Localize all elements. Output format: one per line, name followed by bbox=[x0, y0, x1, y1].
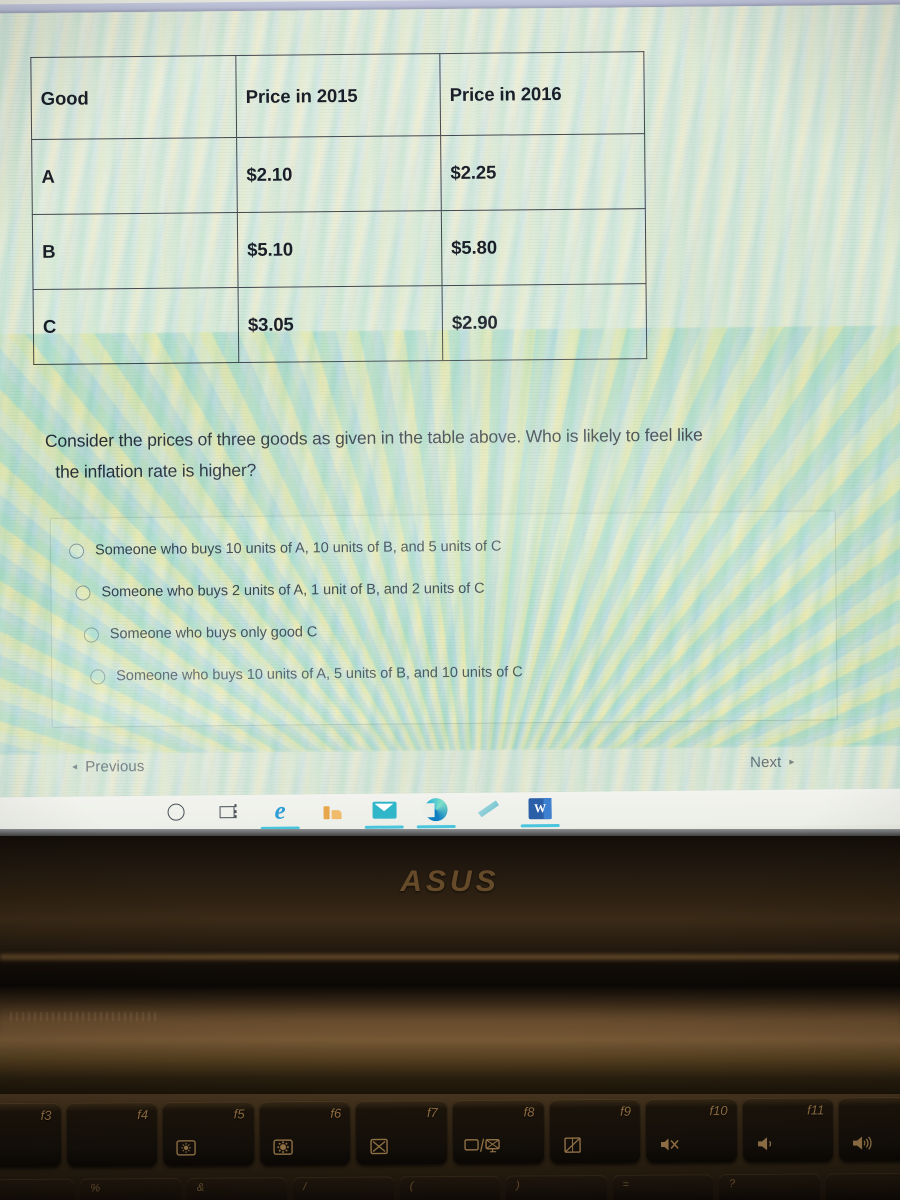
windows-taskbar: e W bbox=[0, 788, 900, 834]
number-key[interactable]: ) bbox=[506, 1174, 607, 1200]
previous-button-label: Previous bbox=[85, 757, 145, 776]
question-text: Consider the prices of three goods as gi… bbox=[45, 418, 836, 488]
cell-price-2016: $2.25 bbox=[440, 133, 646, 211]
mute-icon bbox=[657, 1134, 681, 1154]
cell-price-2015: $3.05 bbox=[238, 285, 443, 363]
key-f8[interactable]: f8 bbox=[452, 1099, 544, 1164]
display-off-icon bbox=[367, 1136, 391, 1156]
radio-button-icon[interactable] bbox=[83, 626, 99, 643]
key-f8-label: f8 bbox=[523, 1104, 535, 1120]
cell-good: B bbox=[32, 212, 239, 290]
key-f5-label: f5 bbox=[233, 1106, 245, 1122]
number-key[interactable]: % bbox=[80, 1177, 181, 1200]
key-f10-label: f10 bbox=[709, 1103, 728, 1119]
volume-down-icon bbox=[754, 1134, 778, 1154]
number-key-label: = bbox=[622, 1178, 630, 1191]
answer-options-card: Someone who buys 10 units of A, 10 units… bbox=[49, 510, 838, 728]
laptop-photo: Good Price in 2015 Price in 2016 A $2.10… bbox=[0, 0, 900, 1200]
header-good: Good bbox=[30, 55, 237, 140]
number-key-label: ? bbox=[728, 1178, 736, 1191]
key-f6-label: f6 bbox=[330, 1105, 342, 1121]
key-f3-label: f3 bbox=[40, 1107, 52, 1123]
answer-option-1-label: Someone who buys 10 units of A, 10 units… bbox=[94, 538, 502, 559]
volume-up-icon bbox=[850, 1133, 874, 1153]
key-f3[interactable]: f3 bbox=[0, 1102, 61, 1168]
speaker-grille bbox=[10, 1012, 160, 1021]
cell-price-2015: $2.10 bbox=[236, 135, 442, 213]
key-f4[interactable]: f4 bbox=[66, 1102, 158, 1167]
header-price-2016: Price in 2016 bbox=[439, 51, 645, 136]
microsoft-store-icon[interactable] bbox=[318, 797, 345, 824]
number-key-label: & bbox=[196, 1181, 205, 1194]
key-f11[interactable]: f11 bbox=[742, 1097, 834, 1162]
brightness-up-icon bbox=[271, 1137, 295, 1157]
number-key-label: ) bbox=[516, 1179, 520, 1192]
key-f7-label: f7 bbox=[426, 1105, 438, 1121]
laptop-screen: Good Price in 2015 Price in 2016 A $2.10… bbox=[0, 0, 900, 836]
answer-option-3[interactable]: Someone who buys only good C bbox=[83, 624, 318, 643]
hinge-highlight bbox=[0, 952, 900, 962]
task-view-icon[interactable] bbox=[214, 798, 241, 825]
answer-option-2-label: Someone who buys 2 units of A, 1 unit of… bbox=[101, 580, 485, 601]
cell-price-2016: $2.90 bbox=[442, 283, 647, 361]
radio-button-icon[interactable] bbox=[90, 668, 106, 684]
answer-option-4-label: Someone who buys 10 units of A, 5 units … bbox=[116, 664, 523, 685]
number-key[interactable]: ? bbox=[718, 1173, 820, 1200]
key-f7[interactable]: f7 bbox=[356, 1100, 448, 1165]
cell-price-2016: $5.80 bbox=[441, 208, 647, 286]
radio-button-icon[interactable] bbox=[75, 584, 91, 601]
previous-button[interactable]: ◂ Previous bbox=[72, 758, 144, 776]
function-key-row: f3 f4 f5 f6 f7 f8 f9 f10 f11 bbox=[0, 1096, 900, 1176]
key-f12[interactable]: f12 bbox=[839, 1096, 900, 1162]
mail-icon[interactable] bbox=[364, 796, 404, 829]
next-button-label: Next bbox=[750, 753, 782, 772]
number-key-label: % bbox=[90, 1182, 101, 1195]
cortana-circle-icon[interactable] bbox=[162, 798, 189, 825]
word-icon[interactable]: W bbox=[520, 795, 560, 827]
table-row: A $2.10 $2.25 bbox=[31, 133, 646, 215]
number-key[interactable]: ( bbox=[399, 1175, 501, 1200]
cell-good: C bbox=[33, 287, 239, 365]
key-f11-label: f11 bbox=[807, 1102, 825, 1118]
radio-button-icon[interactable] bbox=[68, 543, 85, 559]
header-price-2015: Price in 2015 bbox=[235, 53, 441, 138]
number-key[interactable]: / bbox=[293, 1176, 394, 1200]
answer-option-3-label: Someone who buys only good C bbox=[109, 624, 318, 643]
snip-tool-icon[interactable] bbox=[474, 795, 501, 822]
brightness-down-icon bbox=[174, 1138, 198, 1158]
answer-option-2[interactable]: Someone who buys 2 units of A, 1 unit of… bbox=[75, 580, 485, 601]
touchpad-toggle-icon bbox=[561, 1135, 585, 1155]
table-row: C $3.05 $2.90 bbox=[33, 283, 647, 365]
key-f9[interactable]: f9 bbox=[549, 1098, 641, 1164]
display-switch-icon bbox=[464, 1136, 502, 1156]
number-key-label: ( bbox=[409, 1180, 414, 1193]
chevron-left-icon: ◂ bbox=[72, 761, 78, 773]
number-key[interactable] bbox=[825, 1172, 900, 1200]
cell-good: A bbox=[31, 137, 238, 215]
deck-highlight bbox=[0, 1004, 900, 1048]
word-icon-letter: W bbox=[533, 801, 547, 816]
edge-chromium-icon[interactable] bbox=[416, 796, 456, 828]
key-f10[interactable]: f10 bbox=[645, 1097, 737, 1163]
asus-brand-logo: ASUS bbox=[400, 865, 500, 898]
key-f4-label: f4 bbox=[137, 1107, 149, 1123]
answer-option-4[interactable]: Someone who buys 10 units of A, 5 units … bbox=[90, 664, 523, 685]
question-line-1: Consider the prices of three goods as gi… bbox=[44, 424, 703, 451]
key-f5[interactable]: f5 bbox=[162, 1101, 254, 1167]
number-key[interactable] bbox=[0, 1178, 75, 1200]
number-key-label: / bbox=[303, 1181, 307, 1194]
number-key[interactable]: & bbox=[186, 1177, 288, 1200]
key-f9-label: f9 bbox=[620, 1103, 632, 1119]
chevron-right-icon: ▸ bbox=[789, 756, 795, 768]
edge-legacy-icon[interactable]: e bbox=[260, 797, 300, 830]
number-key[interactable]: = bbox=[612, 1174, 714, 1200]
cell-price-2015: $5.10 bbox=[237, 210, 443, 288]
table-row: B $5.10 $5.80 bbox=[32, 208, 647, 290]
key-f6[interactable]: f6 bbox=[259, 1100, 351, 1166]
answer-option-1[interactable]: Someone who buys 10 units of A, 10 units… bbox=[68, 538, 502, 559]
table-header-row: Good Price in 2015 Price in 2016 bbox=[30, 51, 645, 140]
next-button[interactable]: Next ▸ bbox=[750, 754, 795, 771]
price-table: Good Price in 2015 Price in 2016 A $2.10… bbox=[30, 51, 647, 365]
